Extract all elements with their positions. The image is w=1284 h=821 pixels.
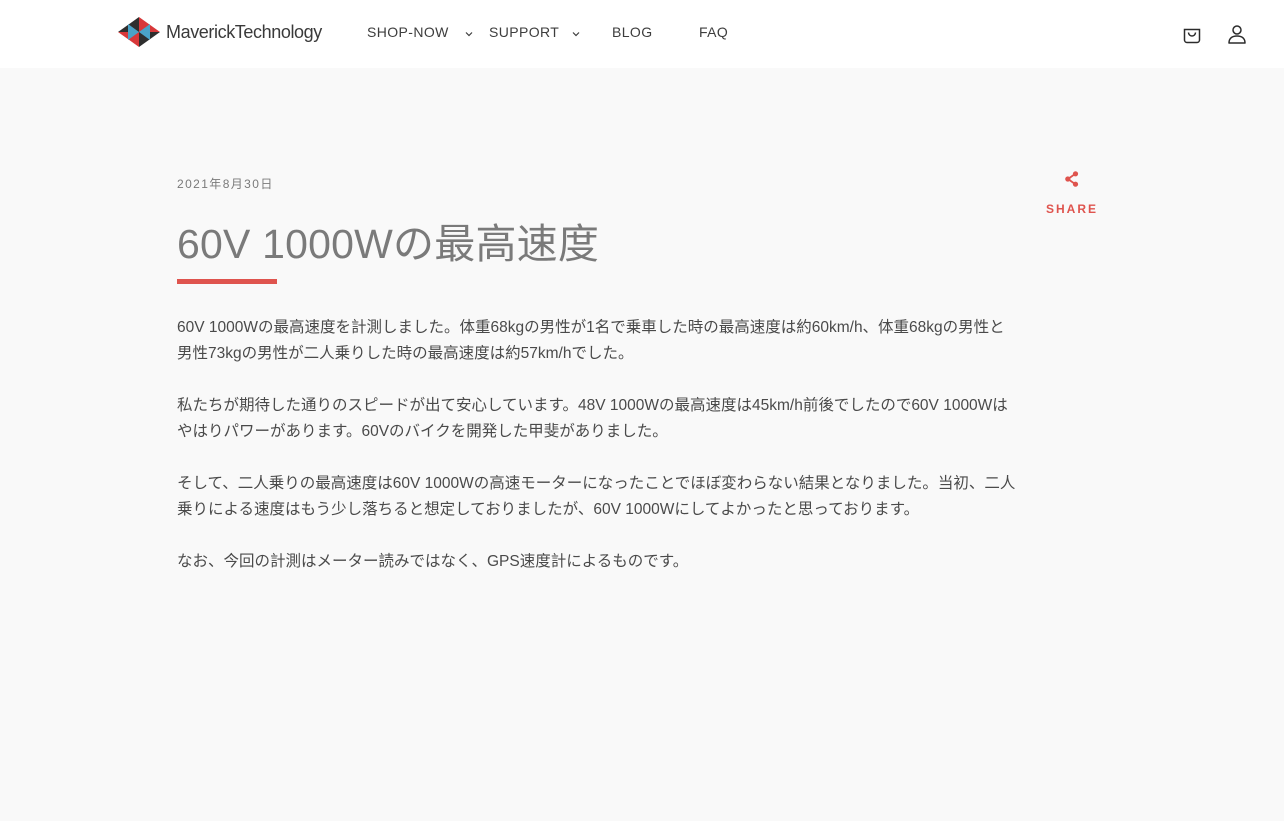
share-label: SHARE [1045, 202, 1098, 216]
article-date: 2021年8月30日 [177, 177, 274, 191]
nav-shop-now[interactable]: SHOP-NOW [367, 24, 474, 40]
share-button[interactable]: SHARE [1042, 170, 1102, 216]
site-header: MaverickTechnology SHOP-NOW SUPPORT BLOG… [0, 0, 1284, 68]
article-paragraph: そして、二人乗りの最高速度は60V 1000Wの高速モーターになったことでほぼ変… [177, 475, 1016, 518]
nav-shop-now-label: SHOP-NOW [367, 24, 449, 40]
nav-blog[interactable]: BLOG [612, 24, 653, 40]
article-paragraph: 60V 1000Wの最高速度を計測しました。体重68kgの男性が1名で乗車した時… [177, 319, 1005, 362]
article-paragraph: 私たちが期待した通りのスピードが出て安心しています。48V 1000Wの最高速度… [177, 397, 1008, 440]
article-body: 60V 1000Wの最高速度を計測しました。体重68kgの男性が1名で乗車した時… [177, 315, 1017, 601]
nav-support-label: SUPPORT [489, 24, 560, 40]
article-title: 60V 1000Wの最高速度 [177, 221, 600, 267]
title-underline [177, 279, 277, 284]
nav-support[interactable]: SUPPORT [489, 24, 581, 40]
chevron-down-icon [465, 32, 473, 37]
cart-icon[interactable] [1181, 23, 1203, 45]
brand-logo[interactable]: MaverickTechnology [116, 16, 322, 48]
nav-faq[interactable]: FAQ [699, 24, 728, 40]
account-icon[interactable] [1226, 23, 1248, 45]
brand-name: MaverickTechnology [166, 21, 322, 42]
logo-icon [118, 17, 160, 47]
chevron-down-icon [572, 32, 580, 37]
nav-faq-label: FAQ [699, 24, 729, 40]
nav-blog-label: BLOG [612, 24, 653, 40]
share-icon [1065, 171, 1079, 187]
article-paragraph: なお、今回の計測はメーター読みではなく、GPS速度計によるものです。 [177, 553, 689, 570]
